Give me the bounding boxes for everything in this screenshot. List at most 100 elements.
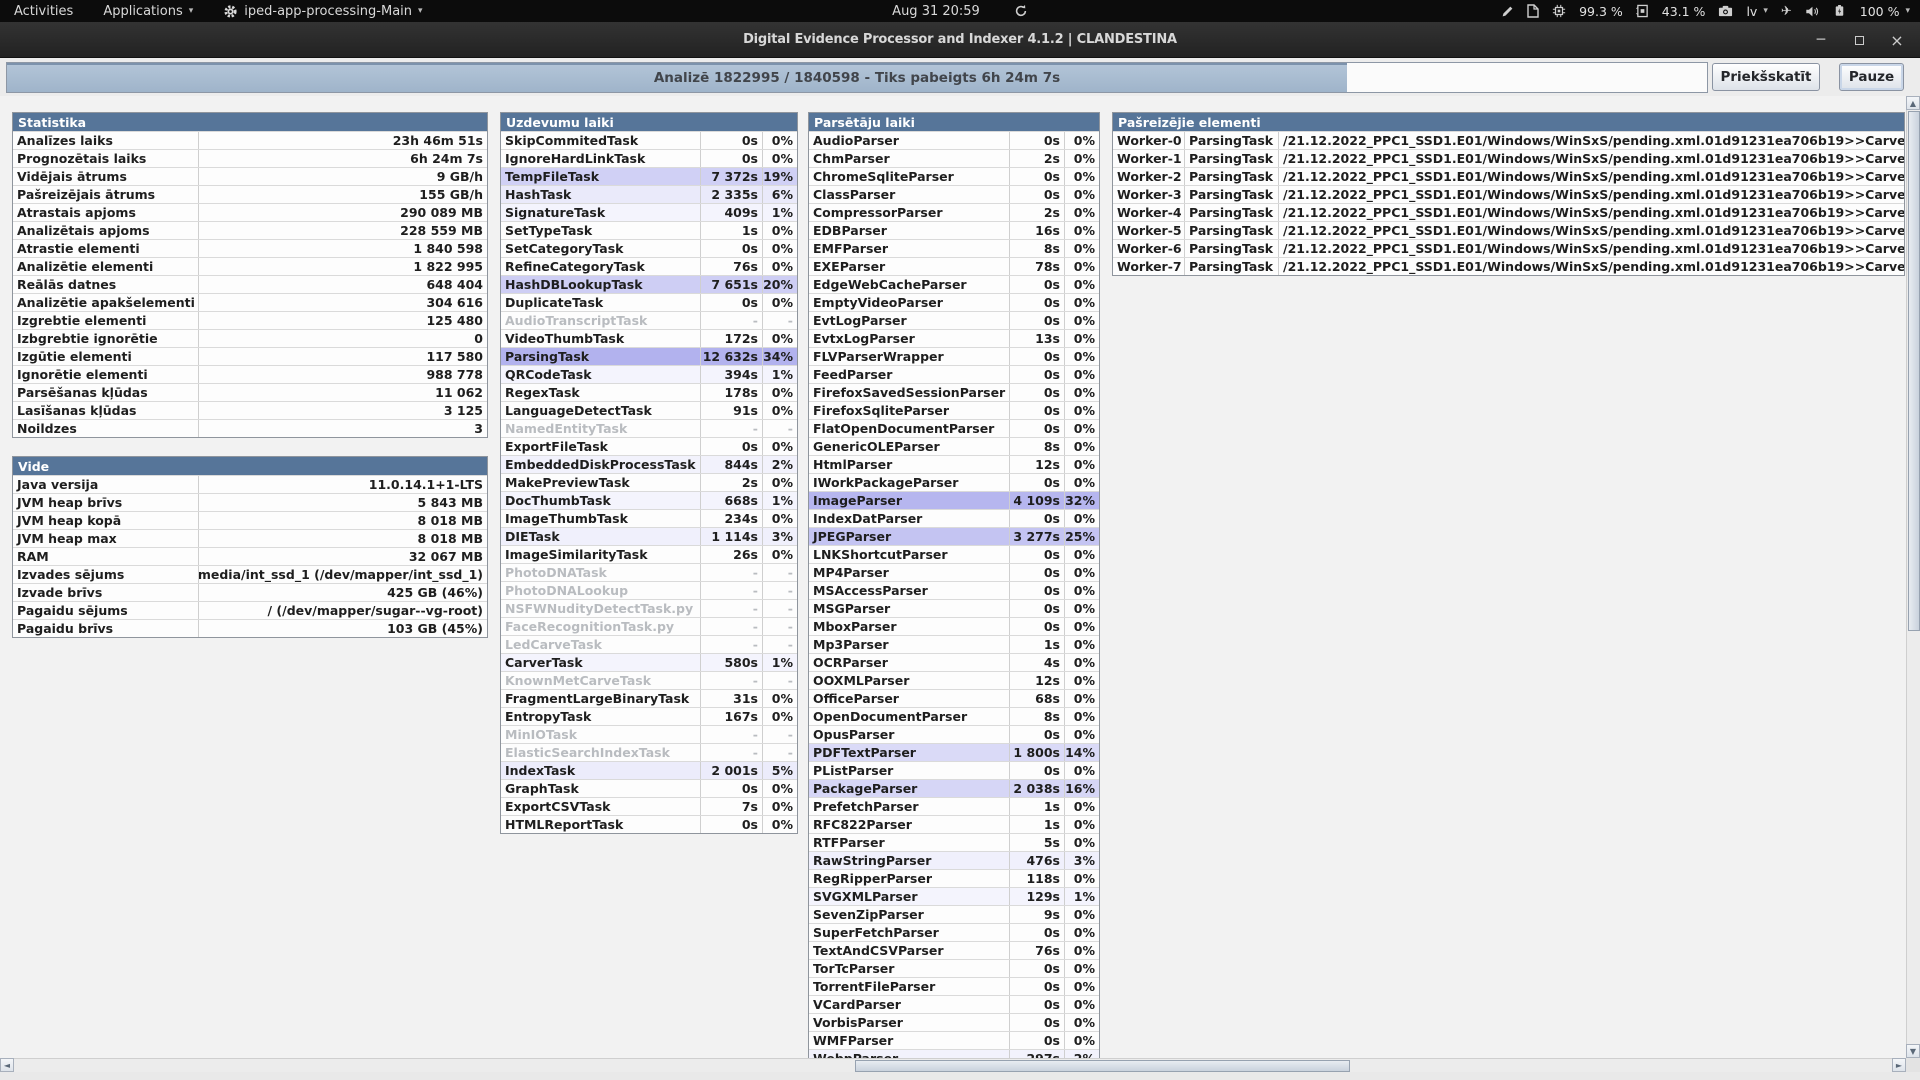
task-percent-cell: - [763,636,797,653]
horizontal-scrollbar[interactable]: ◄ ► [0,1058,1906,1072]
worker-name-cell: Worker-4 [1113,204,1185,221]
table-row: QRCodeTask394s1% [501,365,797,383]
activities-button[interactable]: Activities [14,4,73,19]
table-row: Parsēšanas kļūdas11 062 [13,383,487,401]
task-percent-cell: 16% [1065,780,1099,797]
memory-usage-icon[interactable] [1636,4,1649,18]
camera-icon[interactable] [1718,5,1733,17]
table-row: FLVParserWrapper0s0% [809,347,1099,365]
pause-button[interactable]: Pauze [1839,63,1904,91]
preview-button[interactable]: Priekšskatīt [1712,63,1820,91]
task-time-cell: 1 800s [1010,744,1065,761]
horizontal-scrollbar-thumb[interactable] [855,1060,1350,1072]
table-row: ImageThumbTask234s0% [501,509,797,527]
pencil-icon[interactable] [1501,5,1514,18]
task-percent-cell: 0% [763,330,797,347]
table-row: Analizētais apjoms228 559 MB [13,221,487,239]
vertical-scrollbar[interactable]: ▲ ▼ [1906,96,1920,1058]
battery-menu[interactable]: 100 % ▾ [1860,4,1910,19]
task-percent-cell: 0% [1065,870,1099,887]
stat-value: 304 616 [199,294,487,311]
stat-value: /media/int_ssd_1 (/dev/mapper/int_ssd_1) [199,566,487,583]
stat-label: Lasīšanas kļūdas [13,402,199,419]
minimize-button[interactable]: ─ [1812,31,1830,49]
task-name-cell: EDBParser [809,222,1010,239]
scroll-right-arrow[interactable]: ► [1892,1058,1906,1072]
task-percent-cell: 0% [1065,924,1099,941]
table-row: Mp3Parser1s0% [809,635,1099,653]
current-items-panel: Pašreizējie elementi Worker-0ParsingTask… [1112,112,1905,276]
maximize-button[interactable] [1850,31,1868,49]
task-percent-cell: 20% [763,276,797,293]
task-time-cell: 0s [1010,1014,1065,1031]
task-name-cell: ParsingTask [501,348,701,365]
table-row: Worker-0ParsingTask/21.12.2022_PPC1_SSD1… [1113,131,1904,149]
task-name-cell: IndexTask [501,762,701,779]
applications-menu[interactable]: Applications ▾ [103,4,193,19]
task-name-cell: HashDBLookupTask [501,276,701,293]
task-name-cell: RFC822Parser [809,816,1010,833]
refresh-icon[interactable] [1014,4,1028,18]
airplane-mode-icon[interactable]: ✈ [1781,4,1792,19]
task-percent-cell: 0% [1065,186,1099,203]
task-percent-cell: 0% [763,816,797,833]
table-row: SetTypeTask1s0% [501,221,797,239]
table-row: Izbgrebtie ignorētie0 [13,329,487,347]
task-name-cell: SignatureTask [501,204,701,221]
task-name-cell: EmptyVideoParser [809,294,1010,311]
task-name-cell: MakePreviewTask [501,474,701,491]
task-name-cell: FirefoxSavedSessionParser [809,384,1010,401]
task-percent-cell: 0% [1065,816,1099,833]
task-time-cell: 0s [1010,294,1065,311]
task-name-cell: SVGXMLParser [809,888,1010,905]
task-name-cell: WMFParser [809,1032,1010,1049]
stat-value: 8 018 MB [199,512,487,529]
task-name-cell: IgnoreHardLinkTask [501,150,701,167]
battery-value: 100 % [1860,4,1900,19]
task-time-cell: 0s [701,780,763,797]
task-name-cell: EdgeWebCacheParser [809,276,1010,293]
progress-label: Analizē 1822995 / 1840598 - Tiks pabeigt… [7,63,1707,92]
battery-icon[interactable] [1832,5,1847,17]
task-percent-cell: - [763,726,797,743]
task-percent-cell: 0% [763,384,797,401]
task-time-cell: 0s [1010,276,1065,293]
scroll-down-arrow[interactable]: ▼ [1906,1044,1920,1058]
task-time-cell: 8s [1010,240,1065,257]
maximize-icon [1855,36,1864,45]
scroll-up-arrow[interactable]: ▲ [1906,96,1920,110]
vertical-scrollbar-thumb[interactable] [1908,111,1920,631]
table-row: RFC822Parser1s0% [809,815,1099,833]
stat-value: 290 089 MB [199,204,487,221]
table-row: JPEGParser3 277s25% [809,527,1099,545]
stat-value: 425 GB (46%) [199,584,487,601]
task-name-cell: ElasticSearchIndexTask [501,744,701,761]
scroll-left-arrow[interactable]: ◄ [0,1058,14,1072]
document-icon[interactable] [1527,4,1539,18]
task-time-cell: 13s [1010,330,1065,347]
table-row: NamedEntityTask-- [501,419,797,437]
cpu-usage-icon[interactable] [1552,4,1566,18]
clock[interactable]: Aug 31 20:59 [892,4,980,19]
stat-value: 228 559 MB [199,222,487,239]
table-row: WebpParser297s2% [809,1049,1099,1058]
stat-value: 125 480 [199,312,487,329]
window-bottom-strip [0,1072,1920,1080]
stat-label: Analīzes laiks [13,132,199,149]
worker-name-cell: Worker-6 [1113,240,1185,257]
volume-icon[interactable] [1805,5,1819,18]
task-time-cell: - [701,726,763,743]
stat-value: 988 778 [199,366,487,383]
close-button[interactable]: × [1888,31,1906,49]
task-percent-cell: 0% [1065,564,1099,581]
task-time-cell: 0s [1010,1032,1065,1049]
task-percent-cell: 0% [763,780,797,797]
app-window-menu[interactable]: iped-app-processing-Main ▾ [223,4,422,19]
task-name-cell: HashTask [501,186,701,203]
task-time-cell: 78s [1010,258,1065,275]
task-name-cell: DocThumbTask [501,492,701,509]
task-time-cell: 76s [701,258,763,275]
keyboard-layout-indicator[interactable]: lv ▾ [1746,4,1767,19]
stat-label: Analizētie elementi [13,258,199,275]
task-time-cell: 0s [1010,582,1065,599]
